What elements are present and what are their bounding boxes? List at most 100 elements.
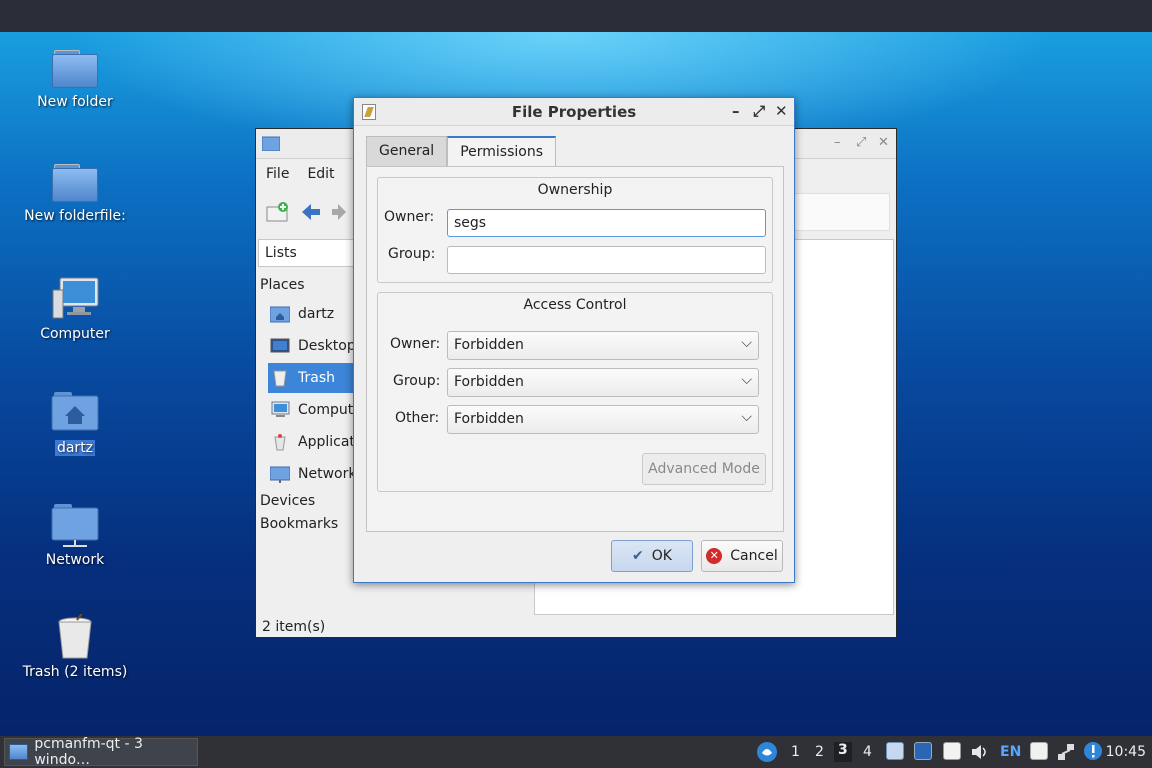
- sidebar-item-trash[interactable]: Trash: [268, 363, 358, 393]
- clock[interactable]: 10:45: [1106, 744, 1146, 760]
- access-control-title: Access Control: [523, 297, 627, 313]
- home-folder-icon: [270, 306, 290, 323]
- other-access-select[interactable]: Forbidden ⌵: [447, 405, 759, 434]
- access-group-label: Group:: [393, 373, 441, 389]
- group-access-value: Forbidden: [454, 374, 524, 390]
- folder-icon: [52, 164, 98, 204]
- close-icon[interactable]: ✕: [878, 135, 889, 150]
- places-header[interactable]: Places: [260, 277, 305, 293]
- computer-icon: [52, 277, 99, 319]
- desktop-icon-label: Trash (2 items): [22, 664, 128, 680]
- permissions-panel: Ownership Owner: segs Group: Access Cont…: [366, 166, 784, 532]
- workspace-3[interactable]: 3: [834, 742, 852, 762]
- app-menu-icon[interactable]: [756, 741, 778, 763]
- sidebar-item-network[interactable]: Network: [268, 459, 358, 489]
- desktop-icon-home-dartz[interactable]: dartz: [0, 390, 150, 456]
- folder-icon: [52, 50, 98, 90]
- desktop-icon-label: New folderfile:: [24, 208, 126, 224]
- ok-button[interactable]: ✔ OK: [611, 540, 693, 572]
- sidebar-item-applications[interactable]: Applications: [268, 427, 358, 457]
- clipboard-icon[interactable]: [886, 742, 904, 760]
- network-wired-icon[interactable]: [1056, 742, 1076, 762]
- back-arrow-icon[interactable]: [300, 202, 322, 222]
- sidebar-item-dartz[interactable]: dartz: [268, 299, 358, 329]
- sidebar-item-label: dartz: [298, 306, 335, 322]
- chevron-down-icon: ⌵: [741, 372, 752, 388]
- owner-field[interactable]: segs: [447, 209, 766, 237]
- new-tab-icon[interactable]: [266, 201, 290, 223]
- file-properties-dialog[interactable]: File Properties – ⤢ ✕ General Permission…: [353, 97, 795, 583]
- desktop-icon-network[interactable]: Network: [0, 502, 150, 568]
- taskbar: pcmanfm-qt - 3 windo… 1 2 3 4 EN 10:45: [0, 736, 1152, 768]
- desktop-icon-computer[interactable]: Computer: [0, 276, 150, 342]
- desktop-icon-label: New folder: [37, 94, 113, 110]
- forward-arrow-icon[interactable]: [332, 202, 348, 222]
- chevron-down-icon: ⌵: [741, 409, 752, 425]
- close-icon[interactable]: ✕: [775, 102, 788, 120]
- checkmark-icon: ✔: [632, 548, 644, 564]
- minimize-icon[interactable]: –: [834, 135, 841, 150]
- applications-icon: [274, 434, 286, 451]
- chevron-down-icon: ⌵: [741, 335, 752, 351]
- desktop-icon-trash[interactable]: Trash (2 items): [0, 614, 150, 680]
- menu-edit[interactable]: Edit: [307, 166, 334, 182]
- sidebar-item-label: Computer: [298, 402, 358, 418]
- desktop-icon-new-folderfile[interactable]: New folderfile:: [0, 164, 150, 224]
- desktop-icon-label: dartz: [54, 440, 96, 456]
- ownership-group: Ownership Owner: segs Group:: [377, 177, 773, 283]
- devices-header[interactable]: Devices: [260, 493, 315, 509]
- folder-icon: [262, 136, 280, 151]
- keyboard-layout-indicator[interactable]: EN: [1000, 744, 1021, 760]
- sidebar-item-desktop[interactable]: Desktop: [268, 331, 358, 361]
- network-folder-icon: [51, 504, 99, 547]
- workspace-4[interactable]: 4: [863, 744, 872, 760]
- group-field[interactable]: [447, 246, 766, 274]
- desktop-icon: [270, 338, 290, 353]
- owner-label: Owner:: [384, 209, 435, 225]
- bookmarks-header[interactable]: Bookmarks: [260, 516, 338, 532]
- workspace-1[interactable]: 1: [791, 744, 800, 760]
- desktop-icon-label: Network: [45, 552, 105, 568]
- taskbar-window-button[interactable]: pcmanfm-qt - 3 windo…: [4, 736, 198, 768]
- cancel-button[interactable]: ✕ Cancel: [701, 540, 783, 572]
- side-pane-mode-label: Lists: [265, 245, 297, 261]
- access-control-group: Access Control Owner: Forbidden ⌵ Group:…: [377, 292, 773, 492]
- side-pane-mode-select[interactable]: Lists: [258, 239, 368, 267]
- volume-icon[interactable]: [970, 742, 990, 762]
- menu-file[interactable]: File: [266, 166, 289, 182]
- other-access-value: Forbidden: [454, 411, 524, 427]
- desktop-icon-new-folder[interactable]: New folder: [0, 50, 150, 110]
- group-access-select[interactable]: Forbidden ⌵: [447, 368, 759, 397]
- ok-label: OK: [651, 548, 672, 564]
- owner-access-value: Forbidden: [454, 337, 524, 353]
- sidebar-item-label: Trash: [298, 370, 335, 386]
- desktop-icon-label: Computer: [40, 326, 110, 342]
- clipboard-manager-icon[interactable]: [1030, 742, 1048, 760]
- advanced-mode-button[interactable]: Advanced Mode: [642, 453, 766, 485]
- ownership-title: Ownership: [537, 182, 613, 198]
- dialog-title: File Properties: [511, 103, 637, 121]
- maximize-icon[interactable]: ⤢: [856, 135, 866, 150]
- computer-icon: [271, 401, 290, 417]
- top-bar: [0, 0, 1152, 32]
- status-bar-text: 2 item(s): [262, 619, 326, 635]
- tab-permissions[interactable]: Permissions: [447, 136, 556, 167]
- owner-access-select[interactable]: Forbidden ⌵: [447, 331, 759, 360]
- group-label: Group:: [388, 246, 436, 262]
- sidebar-item-label: Network: [298, 466, 357, 482]
- sidebar-item-computer[interactable]: Computer: [268, 395, 358, 425]
- tab-bar: General Permissions: [366, 136, 556, 167]
- folder-icon: [9, 744, 29, 760]
- cancel-icon: ✕: [706, 548, 723, 564]
- minimize-icon[interactable]: –: [732, 102, 740, 120]
- notes-icon[interactable]: [943, 742, 961, 760]
- tab-general[interactable]: General: [366, 136, 448, 166]
- network-folder-icon: [270, 466, 290, 483]
- maximize-icon[interactable]: ⤢: [753, 102, 765, 120]
- info-notification-icon[interactable]: [1083, 741, 1103, 761]
- workspace-2[interactable]: 2: [815, 744, 824, 760]
- home-folder-icon: [51, 392, 99, 431]
- taskbar-window-label: pcmanfm-qt - 3 windo…: [34, 736, 143, 768]
- dialog-titlebar[interactable]: File Properties – ⤢ ✕: [354, 98, 794, 126]
- show-desktop-icon[interactable]: [914, 742, 932, 760]
